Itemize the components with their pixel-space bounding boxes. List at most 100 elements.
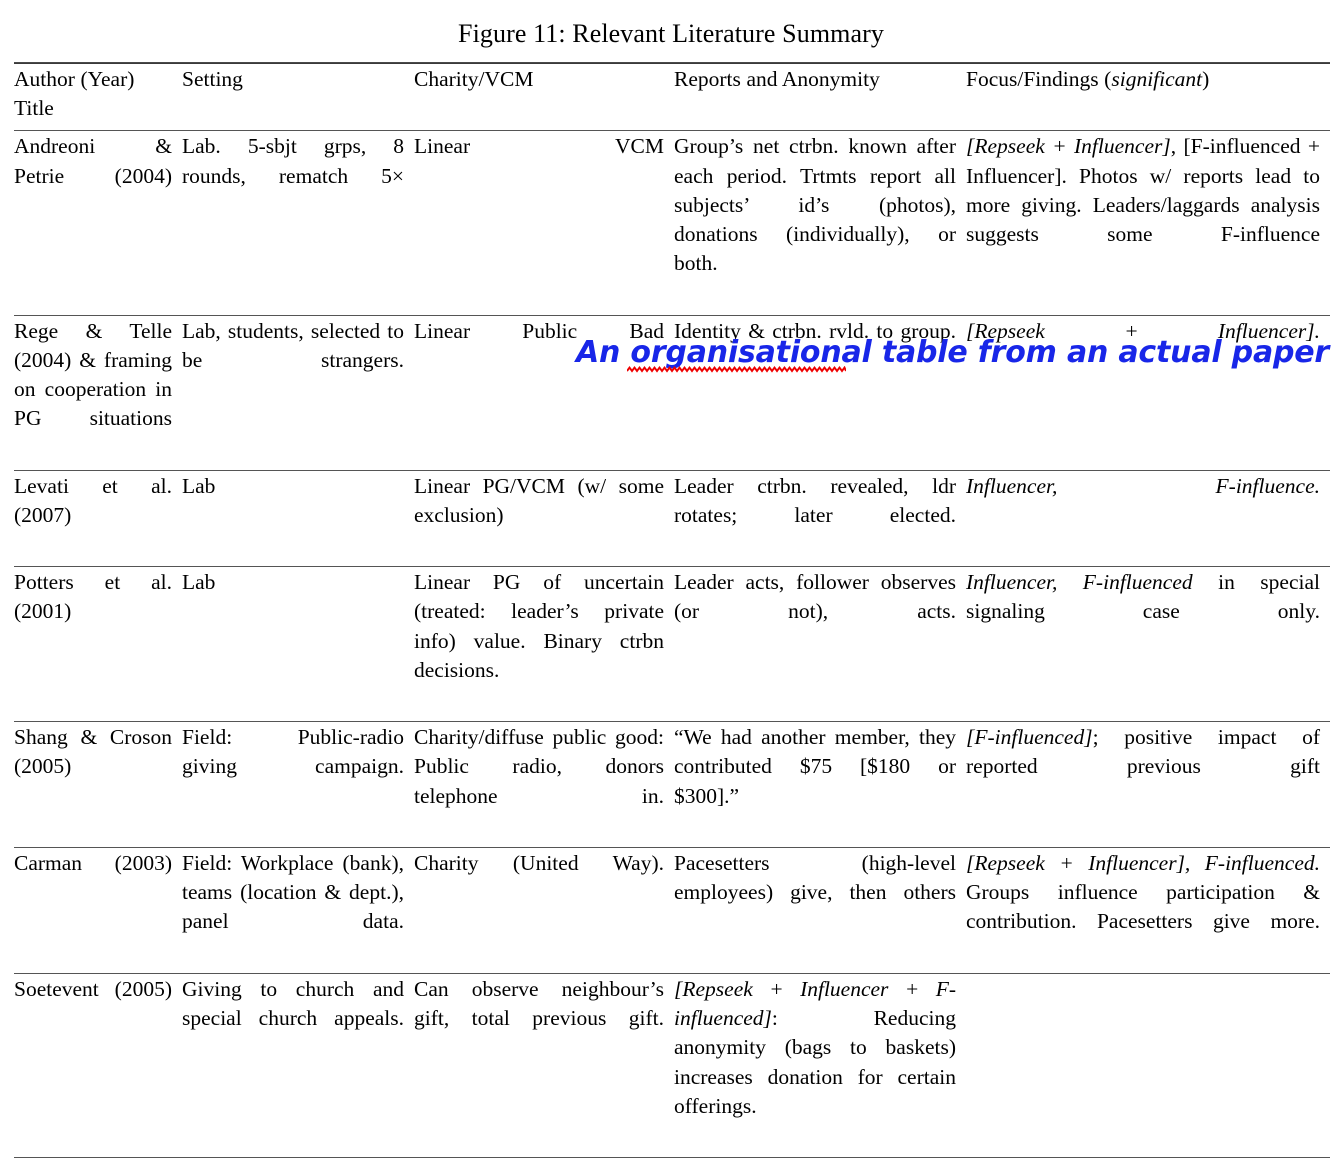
- cell-charity-vcm-text: Linear VCM: [414, 132, 664, 190]
- cell-author: Andreoni & Petrie (2004): [14, 131, 182, 315]
- cell-reports-anonymity: Leader acts, follower observes (or not),…: [674, 567, 966, 722]
- cell-focus-findings-text: [966, 975, 1320, 1004]
- cell-author-text: Potters et al. (2001): [14, 568, 172, 656]
- cell-focus-findings-text: [Repseek + Influencer], F-influenced. Gr…: [966, 849, 1320, 966]
- table-row: Rege & Telle (2004) & framing on coopera…: [14, 315, 1330, 470]
- cell-charity-vcm: Linear PG of uncertain (treated: leader’…: [414, 567, 674, 722]
- focus-findings-italic: Influencer, F-influenced: [966, 570, 1193, 594]
- focus-findings-italic: [Repseek + Influencer]: [966, 134, 1171, 158]
- cell-focus-findings: [F-influenced]; positive impact of repor…: [966, 722, 1330, 848]
- table-body: Andreoni & Petrie (2004) Lab. 5-sbjt grp…: [14, 131, 1330, 1158]
- cell-charity-vcm: Linear PG/VCM (w/ some exclusion): [414, 470, 674, 567]
- cell-author: Carman (2003): [14, 848, 182, 974]
- focus-findings-italic: [Repseek + Influencer].: [966, 319, 1320, 343]
- header-focus-findings-plain: Focus/Findings (: [966, 67, 1111, 91]
- table-row: Levati et al. (2007) Lab Linear PG/VCM (…: [14, 470, 1330, 567]
- cell-focus-findings: [966, 973, 1330, 1157]
- cell-charity-vcm: Can observe neighbour’s gift, total prev…: [414, 973, 674, 1157]
- table-row: Potters et al. (2001) Lab Linear PG of u…: [14, 567, 1330, 722]
- literature-summary-table: Author (Year) Title Setting Charity/VCM …: [14, 62, 1330, 1158]
- cell-focus-findings: Influencer, F-influenced in special sign…: [966, 567, 1330, 722]
- cell-setting: Lab: [182, 567, 414, 722]
- cell-focus-findings-text: [Repseek + Influencer].: [966, 317, 1320, 375]
- table-row: Carman (2003) Field: Workplace (bank), t…: [14, 848, 1330, 974]
- cell-author-text: Soetevent (2005): [14, 975, 172, 1033]
- cell-reports-anonymity: Leader ctrbn. revealed, ldr rotates; lat…: [674, 470, 966, 567]
- cell-setting: Field: Workplace (bank), teams (location…: [182, 848, 414, 974]
- cell-reports-anonymity: Pacesetters (high-level employees) give,…: [674, 848, 966, 974]
- header-focus-findings-close: ): [1202, 67, 1209, 91]
- cell-reports-anonymity-text: Pacesetters (high-level employees) give,…: [674, 849, 956, 937]
- cell-author-text: Rege & Telle (2004) & framing on coopera…: [14, 317, 172, 463]
- focus-findings-rest: Groups influence participation & contrib…: [966, 880, 1320, 933]
- cell-setting: Field: Public-radio giving campaign.: [182, 722, 414, 848]
- cell-reports-anonymity-text: Identity & ctrbn. rvld. to group.: [674, 317, 956, 375]
- cell-setting-text: Giving to church and special church appe…: [182, 975, 404, 1063]
- cell-focus-findings: [Repseek + Influencer].: [966, 315, 1330, 470]
- cell-focus-findings-text: [Repseek + Influencer], [F-influenced + …: [966, 132, 1320, 278]
- cell-reports-anonymity-text: Group’s net ctrbn. known after each peri…: [674, 132, 956, 307]
- cell-reports-anonymity-text: Leader ctrbn. revealed, ldr rotates; lat…: [674, 472, 956, 560]
- table-row: Shang & Croson (2005) Field: Public-radi…: [14, 722, 1330, 848]
- header-charity-vcm: Charity/VCM: [414, 64, 674, 131]
- cell-reports-anonymity-text: [Repseek + Influencer + F-influenced]: R…: [674, 975, 956, 1150]
- cell-reports-anonymity-text: Leader acts, follower observes (or not),…: [674, 568, 956, 656]
- cell-focus-findings: [Repseek + Influencer], [F-influenced + …: [966, 131, 1330, 315]
- cell-author: Soetevent (2005): [14, 973, 182, 1157]
- cell-setting-text: Lab: [182, 568, 404, 626]
- header-author-year-title: Author (Year) Title: [14, 64, 182, 131]
- header-author-line2: Title: [14, 96, 54, 120]
- cell-author: Potters et al. (2001): [14, 567, 182, 722]
- cell-charity-vcm: Linear Public Bad: [414, 315, 674, 470]
- cell-author: Levati et al. (2007): [14, 470, 182, 567]
- table-header: Author (Year) Title Setting Charity/VCM …: [14, 63, 1330, 131]
- cell-reports-anonymity: “We had another member, they contributed…: [674, 722, 966, 848]
- cell-charity-vcm: Linear VCM: [414, 131, 674, 315]
- cell-charity-vcm-text: Can observe neighbour’s gift, total prev…: [414, 975, 664, 1063]
- cell-setting: Lab: [182, 470, 414, 567]
- table-row: Soetevent (2005) Giving to church and sp…: [14, 973, 1330, 1157]
- figure-caption: Figure 11: Relevant Literature Summary: [0, 19, 1342, 49]
- cell-setting: Lab. 5-sbjt grps, 8 rounds, rematch 5×: [182, 131, 414, 315]
- table-row: Andreoni & Petrie (2004) Lab. 5-sbjt grp…: [14, 131, 1330, 315]
- header-setting: Setting: [182, 64, 414, 131]
- cell-focus-findings-text: Influencer, F-influenced in special sign…: [966, 568, 1320, 656]
- cell-setting-text: Lab. 5-sbjt grps, 8 rounds, rematch 5×: [182, 132, 404, 220]
- cell-focus-findings-text: Influencer, F-influence.: [966, 472, 1320, 530]
- cell-reports-anonymity: Identity & ctrbn. rvld. to group.: [674, 315, 966, 470]
- cell-charity-vcm: Charity (United Way).: [414, 848, 674, 974]
- cell-author-text: Levati et al. (2007): [14, 472, 172, 560]
- table-header-row: Author (Year) Title Setting Charity/VCM …: [14, 64, 1330, 131]
- literature-summary-table-container: Author (Year) Title Setting Charity/VCM …: [14, 62, 1330, 1158]
- cell-setting: Lab, students, selected to be strangers.: [182, 315, 414, 470]
- focus-findings-italic: Influencer, F-influence.: [966, 474, 1320, 498]
- cell-author-text: Shang & Croson (2005): [14, 723, 172, 811]
- focus-findings-italic: [F-influenced]: [966, 725, 1093, 749]
- cell-setting: Giving to church and special church appe…: [182, 973, 414, 1157]
- header-author-line1: Author (Year): [14, 67, 134, 91]
- cell-setting-text: Lab, students, selected to be strangers.: [182, 317, 404, 405]
- cell-charity-vcm-text: Linear Public Bad: [414, 317, 664, 375]
- cell-focus-findings: Influencer, F-influence.: [966, 470, 1330, 567]
- cell-author-text: Carman (2003): [14, 849, 172, 907]
- cell-charity-vcm-text: Linear PG of uncertain (treated: leader’…: [414, 568, 664, 714]
- cell-setting-text: Field: Workplace (bank), teams (location…: [182, 849, 404, 966]
- cell-charity-vcm-text: Charity (United Way).: [414, 849, 664, 907]
- header-focus-findings: Focus/Findings (significant): [966, 64, 1330, 131]
- cell-focus-findings-text: [F-influenced]; positive impact of repor…: [966, 723, 1320, 811]
- cell-setting-text: Field: Public-radio giving campaign.: [182, 723, 404, 811]
- cell-reports-anonymity: [Repseek + Influencer + F-influenced]: R…: [674, 973, 966, 1157]
- cell-charity-vcm-text: Linear PG/VCM (w/ some exclusion): [414, 472, 664, 560]
- cell-author-text: Andreoni & Petrie (2004): [14, 132, 172, 220]
- cell-author: Rege & Telle (2004) & framing on coopera…: [14, 315, 182, 470]
- cell-setting-text: Lab: [182, 472, 404, 530]
- cell-focus-findings: [Repseek + Influencer], F-influenced. Gr…: [966, 848, 1330, 974]
- cell-reports-anonymity: Group’s net ctrbn. known after each peri…: [674, 131, 966, 315]
- header-reports-anonymity: Reports and Anonymity: [674, 64, 966, 131]
- cell-charity-vcm: Charity/diffuse public good: Public radi…: [414, 722, 674, 848]
- header-focus-findings-italic: significant: [1111, 67, 1202, 91]
- cell-charity-vcm-text: Charity/diffuse public good: Public radi…: [414, 723, 664, 840]
- cell-reports-anonymity-text: “We had another member, they contributed…: [674, 723, 956, 840]
- focus-findings-italic: [Repseek + Influencer], F-influenced.: [966, 851, 1320, 875]
- cell-author: Shang & Croson (2005): [14, 722, 182, 848]
